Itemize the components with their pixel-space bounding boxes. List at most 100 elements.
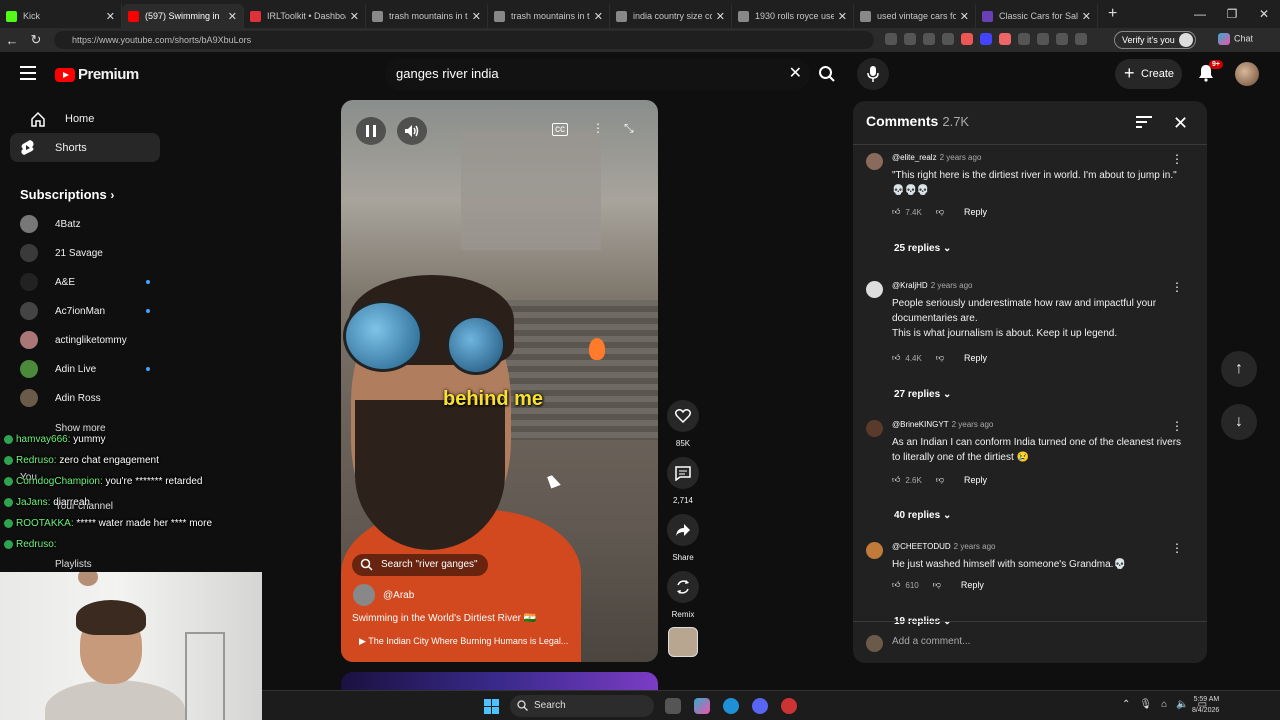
thumbs-down-icon[interactable]: 👎︎ (936, 207, 944, 217)
browser-tab[interactable]: india country size comp ✕ (610, 4, 732, 28)
network-icon[interactable]: ⌂ (1161, 699, 1167, 710)
commenter-avatar[interactable] (866, 542, 883, 559)
close-tab-icon[interactable]: ✕ (106, 10, 115, 23)
close-tab-icon[interactable]: ✕ (960, 10, 969, 23)
thumbs-up-icon[interactable]: 👍︎ (892, 207, 900, 217)
close-tab-icon[interactable]: ✕ (228, 10, 237, 23)
extension-icon[interactable] (1018, 33, 1030, 45)
reply-button[interactable]: Reply (961, 580, 984, 590)
extension-icon[interactable] (1056, 33, 1068, 45)
fullscreen-icon[interactable]: ⤡ (624, 121, 634, 136)
browser-tab[interactable]: IRLToolkit • Dashboard ✕ (244, 4, 366, 28)
commenter-avatar[interactable] (866, 420, 883, 437)
thumbs-up-icon[interactable]: 👍︎ (892, 475, 900, 485)
close-tab-icon[interactable]: ✕ (1082, 10, 1091, 23)
browser-tab[interactable]: Classic Cars for Sale Ne ✕ (976, 4, 1098, 28)
browser-tab[interactable]: 1930 rolls royce used un ✕ (732, 4, 854, 28)
subscription-item[interactable]: actingliketommy (20, 326, 150, 354)
browser-tab[interactable]: trash mountains in the ✕ (488, 4, 610, 28)
shorts-video-player[interactable] (341, 100, 658, 662)
like-action[interactable]: 85K (667, 400, 699, 448)
view-replies-button[interactable]: 40 replies ⌄ (894, 510, 951, 521)
subscription-item[interactable]: Adin Live (20, 355, 150, 383)
close-tab-icon[interactable]: ✕ (594, 10, 603, 23)
video-channel[interactable]: @Arab (353, 584, 414, 606)
menu-icon[interactable] (20, 66, 36, 80)
thumbs-down-icon[interactable]: 👎︎ (936, 475, 944, 485)
youtube-logo[interactable]: Premium (55, 66, 139, 83)
taskbar-search[interactable]: Search (510, 695, 654, 717)
account-avatar[interactable] (1235, 62, 1259, 86)
subscription-item[interactable]: 4Batz (20, 210, 150, 238)
thumbs-up-icon[interactable]: 👍︎ (892, 580, 900, 590)
search-button[interactable] (812, 58, 842, 90)
extension-icon[interactable] (999, 33, 1011, 45)
related-video-link[interactable]: ▶ The Indian City Where Burning Humans i… (359, 636, 568, 647)
volume-icon[interactable]: 🔈 (1176, 699, 1188, 710)
extension-icon[interactable] (885, 33, 897, 45)
create-button[interactable]: + Create (1115, 59, 1182, 89)
comment-author[interactable]: @elite_realz (892, 153, 937, 162)
comments-button[interactable] (667, 457, 699, 489)
subscription-item[interactable]: A&E (20, 268, 150, 296)
close-tab-icon[interactable]: ✕ (716, 10, 725, 23)
share-action[interactable]: Share (667, 514, 699, 562)
reply-button[interactable]: Reply (964, 207, 987, 217)
task-view-icon[interactable] (665, 698, 681, 714)
close-icon[interactable]: ✕ (1173, 113, 1188, 134)
subscriptions-heading[interactable]: Subscriptions › (20, 187, 114, 202)
thumbs-up-icon[interactable]: 👍︎ (892, 353, 900, 363)
subscription-item[interactable]: 21 Savage (20, 239, 150, 267)
share-button[interactable] (667, 514, 699, 546)
thumbs-down-icon[interactable]: 👎︎ (936, 353, 944, 363)
copilot-chat-button[interactable]: Chat (1218, 33, 1253, 45)
view-replies-button[interactable]: 27 replies ⌄ (894, 389, 951, 400)
chevron-up-icon[interactable]: ⌃ (1122, 699, 1130, 710)
browser-tab[interactable]: used vintage cars for sal ✕ (854, 4, 976, 28)
back-icon[interactable]: ← (0, 33, 24, 48)
taskbar-clock[interactable]: 5:59 AM 8/4/2026 (1192, 694, 1219, 716)
comment-more-icon[interactable]: ⋮ (1171, 280, 1183, 294)
close-window-icon[interactable]: ✕ (1248, 0, 1280, 28)
commenter-avatar[interactable] (866, 281, 883, 298)
add-comment-row[interactable]: Add a comment... (853, 621, 1207, 663)
extension-icon[interactable] (961, 33, 973, 45)
browser-tab[interactable]: (597) Swimming in ✕ (122, 4, 244, 28)
view-replies-button[interactable]: 25 replies ⌄ (894, 243, 951, 254)
previous-short-button[interactable]: ↑ (1221, 351, 1257, 387)
remix-action[interactable]: Remix (667, 571, 699, 619)
like-button[interactable] (667, 400, 699, 432)
commenter-avatar[interactable] (866, 153, 883, 170)
pause-button[interactable] (356, 117, 386, 145)
playlists-item[interactable]: Playlists (55, 559, 92, 570)
browser-tab[interactable]: Kick ✕ (0, 4, 122, 28)
search-input[interactable]: ganges river india ✕ (385, 58, 810, 90)
add-comment-input[interactable]: Add a comment... (892, 636, 970, 647)
comment-more-icon[interactable]: ⋮ (1171, 541, 1183, 555)
comment-more-icon[interactable]: ⋮ (1171, 419, 1183, 433)
subscription-item[interactable]: Adin Ross (20, 384, 150, 412)
comment-author[interactable]: @KraljHD (892, 281, 928, 290)
notifications-button[interactable]: 9+ (1197, 60, 1223, 82)
mic-icon[interactable]: 🎙 (1139, 699, 1152, 710)
zoom-icon[interactable] (904, 33, 916, 45)
comment-more-icon[interactable]: ⋮ (1171, 152, 1183, 166)
reply-button[interactable]: Reply (964, 353, 987, 363)
video-search-chip[interactable]: Search "river ganges" (352, 554, 488, 576)
next-short-preview[interactable] (341, 672, 658, 692)
close-tab-icon[interactable]: ✕ (350, 10, 359, 23)
close-tab-icon[interactable]: ✕ (838, 10, 847, 23)
refresh-icon[interactable] (1037, 33, 1049, 45)
sort-icon[interactable] (1136, 115, 1152, 133)
more-options-icon[interactable]: ⋮ (592, 121, 604, 135)
reply-button[interactable]: Reply (964, 475, 987, 485)
close-tab-icon[interactable]: ✕ (472, 10, 481, 23)
favorites-icon[interactable] (1075, 33, 1087, 45)
sidebar-item-home[interactable]: Home (10, 104, 160, 133)
comments-action[interactable]: 2,714 (667, 457, 699, 505)
copilot-icon[interactable] (694, 698, 710, 714)
video-title[interactable]: Swimming in the World's Dirtiest River 🇮… (352, 613, 536, 624)
sidebar-item-shorts[interactable]: Shorts (10, 133, 160, 162)
volume-button[interactable] (397, 117, 427, 145)
next-short-button[interactable]: ↓ (1221, 404, 1257, 440)
